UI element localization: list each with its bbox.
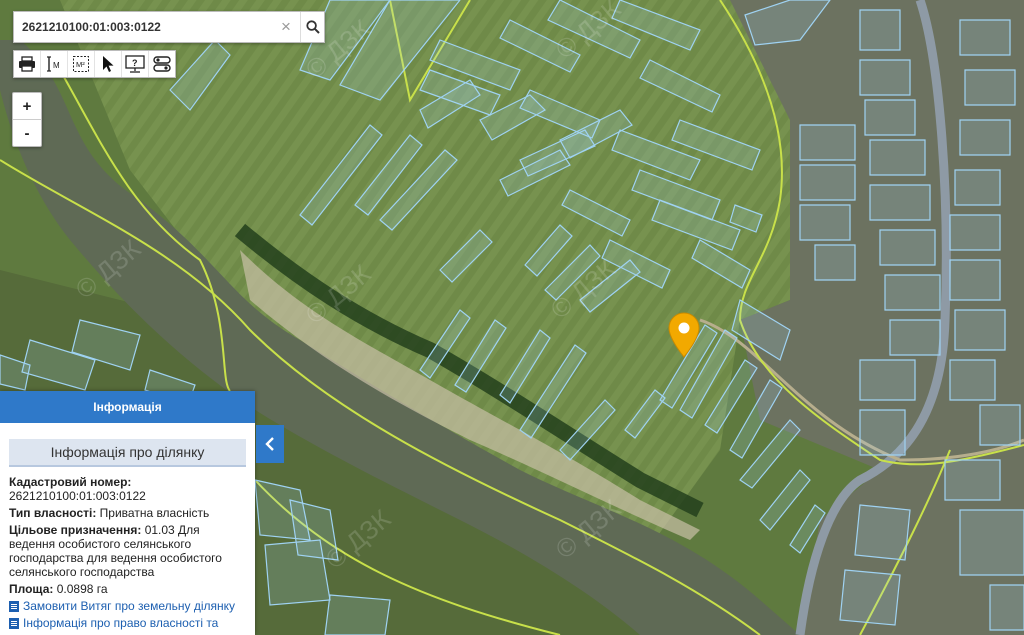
parcel[interactable] [859, 359, 916, 401]
svg-text:?: ? [132, 58, 138, 68]
parcel[interactable] [989, 584, 1024, 631]
svg-text:M: M [53, 61, 60, 70]
parcel-details: Кадастровий номер: 2621210100:01:003:012… [0, 475, 255, 630]
select-pointer-button[interactable] [95, 51, 122, 77]
parcel[interactable] [954, 309, 1006, 351]
identify-button[interactable]: ? [122, 51, 149, 77]
parcel[interactable] [979, 404, 1021, 446]
cadastral-number-value: 2621210100:01:003:0122 [9, 489, 146, 503]
area-label: Площа: [9, 582, 54, 596]
info-panel: Інформація Інформація про ділянку Кадаст… [0, 391, 255, 635]
document-icon [9, 618, 19, 629]
parcel[interactable] [814, 244, 856, 281]
parcel[interactable] [859, 9, 901, 51]
parcel[interactable] [944, 459, 1001, 501]
parcel[interactable] [799, 204, 851, 241]
pointer-icon [103, 56, 114, 72]
map-toolbar: M M² ? [13, 50, 176, 78]
cadastral-search: × [13, 11, 325, 43]
measure-area-button[interactable]: M² [68, 51, 95, 77]
ownership-info-label: Інформація про право власності та [23, 616, 219, 630]
info-panel-subtitle: Інформація про ділянку [9, 439, 246, 467]
order-extract-label: Замовити Витяг про земельну ділянку [23, 599, 236, 613]
parcel[interactable] [954, 169, 1001, 206]
layers-button[interactable] [149, 51, 175, 77]
purpose-label: Цільове призначення: [9, 523, 142, 537]
parcel[interactable] [799, 124, 856, 161]
cadastral-number-label: Кадастровий номер: [9, 475, 132, 489]
measure-length-button[interactable]: M [41, 51, 68, 77]
parcel[interactable] [879, 229, 936, 266]
zoom-control: + - [12, 92, 42, 147]
info-panel-header: Інформація [0, 391, 255, 423]
chevron-left-icon [265, 437, 274, 451]
purpose-row: Цільове призначення: 01.03 Для ведення о… [9, 523, 246, 579]
layers-icon [153, 56, 171, 72]
parcel[interactable] [964, 69, 1016, 106]
parcel[interactable] [959, 509, 1024, 576]
parcel[interactable] [869, 184, 931, 221]
ownership-info-link[interactable]: Інформація про право власності та [9, 616, 246, 630]
parcel[interactable] [854, 504, 911, 561]
svg-text:M²: M² [76, 60, 85, 69]
document-icon [9, 601, 19, 612]
ownership-row: Тип власності: Приватна власність [9, 506, 246, 520]
parcel[interactable] [949, 259, 1001, 301]
search-button[interactable] [300, 12, 325, 42]
identify-icon: ? [125, 55, 145, 73]
clear-search-button[interactable]: × [272, 12, 300, 42]
cadastral-number-row: Кадастровий номер: 2621210100:01:003:012… [9, 475, 246, 503]
parcel[interactable] [864, 99, 916, 136]
parcel[interactable] [799, 164, 856, 201]
parcel[interactable] [859, 409, 906, 456]
print-icon [19, 56, 35, 72]
collapse-panel-button[interactable] [256, 425, 284, 463]
area-row: Площа: 0.0898 га [9, 582, 246, 596]
parcel[interactable] [949, 359, 996, 401]
area-value: 0.0898 га [56, 582, 108, 596]
parcel[interactable] [839, 569, 901, 626]
zoom-in-button[interactable]: + [13, 93, 41, 120]
parcel[interactable] [889, 319, 941, 356]
measure-area-icon: M² [73, 56, 89, 72]
order-extract-link[interactable]: Замовити Витяг про земельну ділянку [9, 599, 246, 613]
search-icon [306, 20, 320, 34]
parcel[interactable] [324, 594, 391, 635]
parcel[interactable] [959, 19, 1011, 56]
zoom-out-button[interactable]: - [13, 120, 41, 146]
ownership-value: Приватна власність [99, 506, 210, 520]
parcel[interactable] [884, 274, 941, 311]
ownership-label: Тип власності: [9, 506, 97, 520]
search-input[interactable] [14, 12, 272, 42]
parcel[interactable] [869, 139, 926, 176]
location-pin-icon[interactable] [668, 312, 700, 358]
parcel[interactable] [959, 119, 1011, 156]
print-button[interactable] [14, 51, 41, 77]
parcel[interactable] [859, 59, 911, 96]
parcel[interactable] [949, 214, 1001, 251]
measure-length-icon: M [47, 56, 60, 72]
